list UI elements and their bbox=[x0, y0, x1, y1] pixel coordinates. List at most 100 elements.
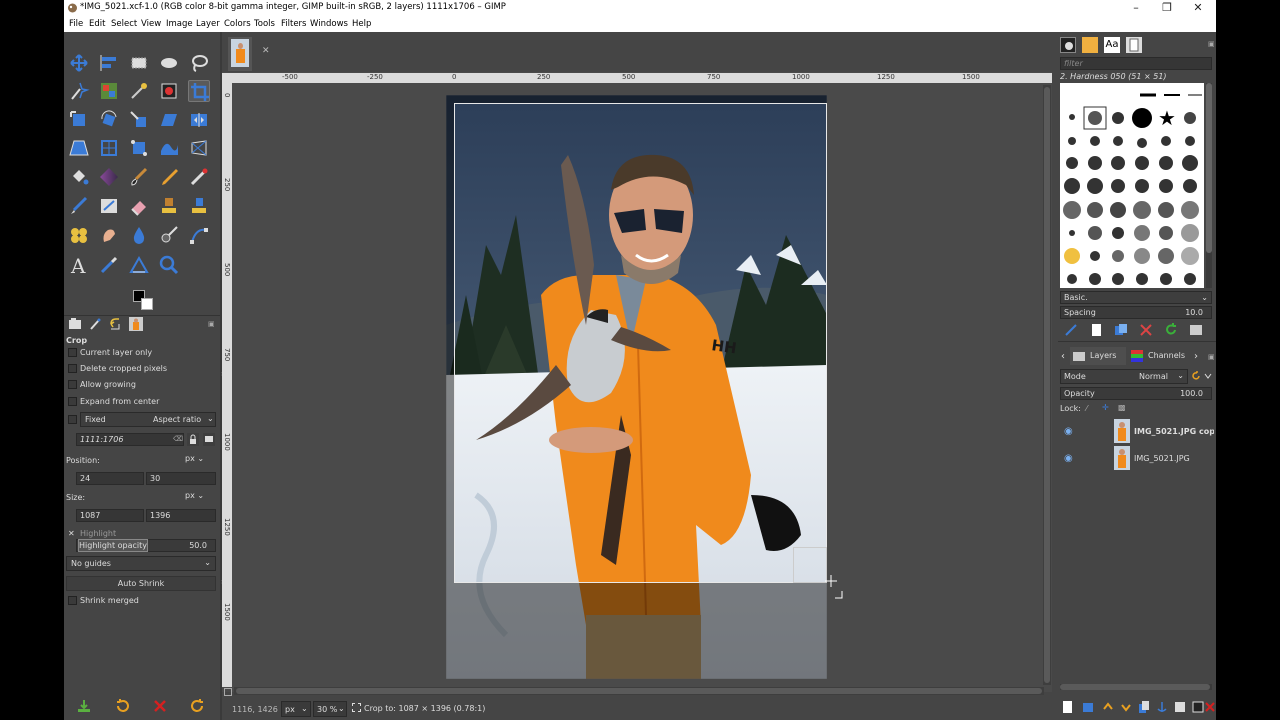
vertical-scrollbar[interactable] bbox=[1043, 85, 1051, 685]
menu-help[interactable]: Help bbox=[352, 19, 371, 29]
measure-tool-icon[interactable] bbox=[128, 254, 150, 276]
horizontal-scrollbar[interactable] bbox=[234, 687, 1044, 695]
tab-channels[interactable]: Channels bbox=[1128, 347, 1190, 365]
menu-image[interactable]: Image bbox=[166, 19, 193, 29]
smudge-icon[interactable] bbox=[98, 224, 120, 246]
expand-from-center-checkbox[interactable] bbox=[68, 397, 77, 406]
brush-as-image-icon[interactable] bbox=[1189, 323, 1203, 337]
tab-menu-icon[interactable]: ▣ bbox=[208, 320, 215, 328]
brush-filter-input[interactable]: filter bbox=[1060, 57, 1212, 70]
paths-tool-icon[interactable] bbox=[188, 224, 210, 246]
zoom-select[interactable]: 30 % ⌄ bbox=[313, 701, 347, 717]
blur-sharpen-icon[interactable] bbox=[128, 224, 150, 246]
delete-layer-icon[interactable] bbox=[1204, 700, 1216, 714]
refresh-brushes-icon[interactable] bbox=[1164, 323, 1178, 337]
size-width-input[interactable]: 1087 bbox=[76, 509, 144, 522]
lower-layer-icon[interactable] bbox=[1120, 700, 1132, 714]
position-x-input[interactable]: 24 bbox=[76, 472, 144, 485]
crop-handle[interactable] bbox=[793, 547, 827, 583]
lasso-icon[interactable] bbox=[188, 52, 210, 74]
gradient-tool-icon[interactable] bbox=[98, 166, 120, 188]
clear-icon[interactable]: ⌫ bbox=[173, 435, 183, 443]
warp-transform-icon[interactable] bbox=[158, 137, 180, 159]
image-tab[interactable] bbox=[228, 37, 252, 71]
eye-icon[interactable]: ◉ bbox=[1064, 426, 1073, 437]
lock-pixels-icon[interactable]: ⁄ bbox=[1086, 404, 1087, 413]
rect-select-icon[interactable] bbox=[128, 52, 150, 74]
handle-transform-icon[interactable] bbox=[128, 137, 150, 159]
layers-hscrollbar[interactable] bbox=[1060, 684, 1212, 690]
position-unit-select[interactable]: px ⌄ bbox=[182, 453, 216, 466]
foreground-select-icon[interactable] bbox=[158, 80, 180, 102]
menu-view[interactable]: View bbox=[141, 19, 161, 29]
cage-transform-icon[interactable] bbox=[98, 137, 120, 159]
perspective-clone-icon[interactable] bbox=[188, 195, 210, 217]
vertical-ruler[interactable]: 0 250 500 750 1000 1250 1500 bbox=[222, 83, 232, 687]
align-tool-icon[interactable] bbox=[98, 52, 120, 74]
lock-position-icon[interactable]: ✛ bbox=[1102, 403, 1109, 412]
lock-icon[interactable] bbox=[187, 433, 199, 446]
spacing-slider[interactable]: Spacing 10.0 bbox=[1060, 306, 1212, 319]
dodge-burn-icon[interactable] bbox=[158, 224, 180, 246]
color-picker-icon[interactable] bbox=[98, 254, 120, 276]
navigate-icon[interactable] bbox=[224, 688, 232, 696]
move-tool-icon[interactable] bbox=[68, 52, 90, 74]
ellipse-select-icon[interactable] bbox=[158, 52, 180, 74]
scissors-select-icon[interactable] bbox=[128, 80, 150, 102]
layer-row[interactable]: ◉ IMG_5021.JPG bbox=[1058, 445, 1216, 471]
mode-select[interactable]: Mode Normal ⌄ bbox=[1060, 369, 1188, 384]
menu-colors[interactable]: Colors bbox=[224, 19, 251, 29]
airbrush-icon[interactable] bbox=[188, 166, 210, 188]
paintbrush-icon[interactable] bbox=[128, 166, 150, 188]
reset-mode-icon[interactable] bbox=[1191, 370, 1213, 383]
delete-options-icon[interactable] bbox=[152, 698, 168, 714]
bucket-fill-icon[interactable] bbox=[68, 166, 90, 188]
brush-tag-select[interactable]: Basic. ⌄ bbox=[1060, 291, 1212, 304]
mask-layer-icon[interactable] bbox=[1192, 700, 1204, 714]
crop-tool-icon[interactable] bbox=[188, 80, 210, 102]
menu-select[interactable]: Select bbox=[111, 19, 137, 29]
layer-name[interactable]: IMG_5021.JPG bbox=[1134, 454, 1190, 463]
select-by-color-icon[interactable] bbox=[98, 80, 120, 102]
3d-transform-icon[interactable] bbox=[188, 137, 210, 159]
quick-mask-corner[interactable] bbox=[222, 73, 234, 83]
layer-row[interactable]: ◉ IMG_5021.JPG copy bbox=[1058, 418, 1216, 444]
undo-history-tab-icon[interactable] bbox=[108, 317, 122, 331]
menu-tools[interactable]: Tools bbox=[254, 19, 275, 29]
menu-filters[interactable]: Filters bbox=[281, 19, 306, 29]
layer-name[interactable]: IMG_5021.JPG copy bbox=[1134, 427, 1214, 436]
perspective-tool-icon[interactable] bbox=[68, 137, 90, 159]
fonts-tab-icon[interactable]: Aa bbox=[1104, 37, 1120, 53]
lock-alpha-icon[interactable]: ▩ bbox=[1118, 403, 1126, 412]
highlight-checkbox[interactable]: ✕ bbox=[68, 529, 77, 538]
brush-grid-scrollbar[interactable] bbox=[1206, 83, 1212, 288]
auto-shrink-button[interactable]: Auto Shrink bbox=[66, 576, 216, 591]
shrink-merged-checkbox[interactable] bbox=[68, 596, 77, 605]
portrait-landscape-icon[interactable] bbox=[203, 433, 215, 446]
horizontal-ruler[interactable]: -500 -250 0 250 500 750 1000 1250 1500 bbox=[234, 73, 1052, 83]
minimize-button[interactable]: – bbox=[1121, 0, 1151, 16]
menu-edit[interactable]: Edit bbox=[89, 19, 105, 29]
close-button[interactable]: ✕ bbox=[1183, 0, 1213, 16]
scale-tool-icon[interactable] bbox=[128, 109, 150, 131]
maximize-button[interactable]: ❐ bbox=[1152, 0, 1182, 16]
current-layer-only-checkbox[interactable] bbox=[68, 348, 77, 357]
ink-tool-icon[interactable] bbox=[68, 195, 90, 217]
fixed-mode-select[interactable]: Fixed Aspect ratio ⌄ bbox=[80, 412, 216, 427]
highlight-opacity-slider[interactable]: Highlight opacity 50.0 bbox=[76, 539, 216, 552]
tab-layers[interactable]: Layers bbox=[1070, 347, 1126, 365]
delete-cropped-checkbox[interactable] bbox=[68, 364, 77, 373]
position-y-input[interactable]: 30 bbox=[146, 472, 216, 485]
edit-brush-icon[interactable] bbox=[1064, 323, 1078, 337]
save-options-icon[interactable] bbox=[76, 698, 92, 714]
text-tool-icon[interactable]: A bbox=[68, 254, 90, 278]
fixed-checkbox[interactable] bbox=[68, 415, 77, 424]
flip-tool-icon[interactable] bbox=[188, 109, 210, 131]
reset-options-icon[interactable] bbox=[190, 698, 206, 714]
duplicate-brush-icon[interactable] bbox=[1114, 323, 1128, 337]
new-brush-icon[interactable] bbox=[1089, 323, 1103, 337]
heal-tool-icon[interactable] bbox=[68, 224, 90, 246]
background-color-swatch[interactable] bbox=[141, 298, 153, 310]
device-status-tab-icon[interactable] bbox=[88, 317, 102, 331]
menu-windows[interactable]: Windows bbox=[310, 19, 348, 29]
